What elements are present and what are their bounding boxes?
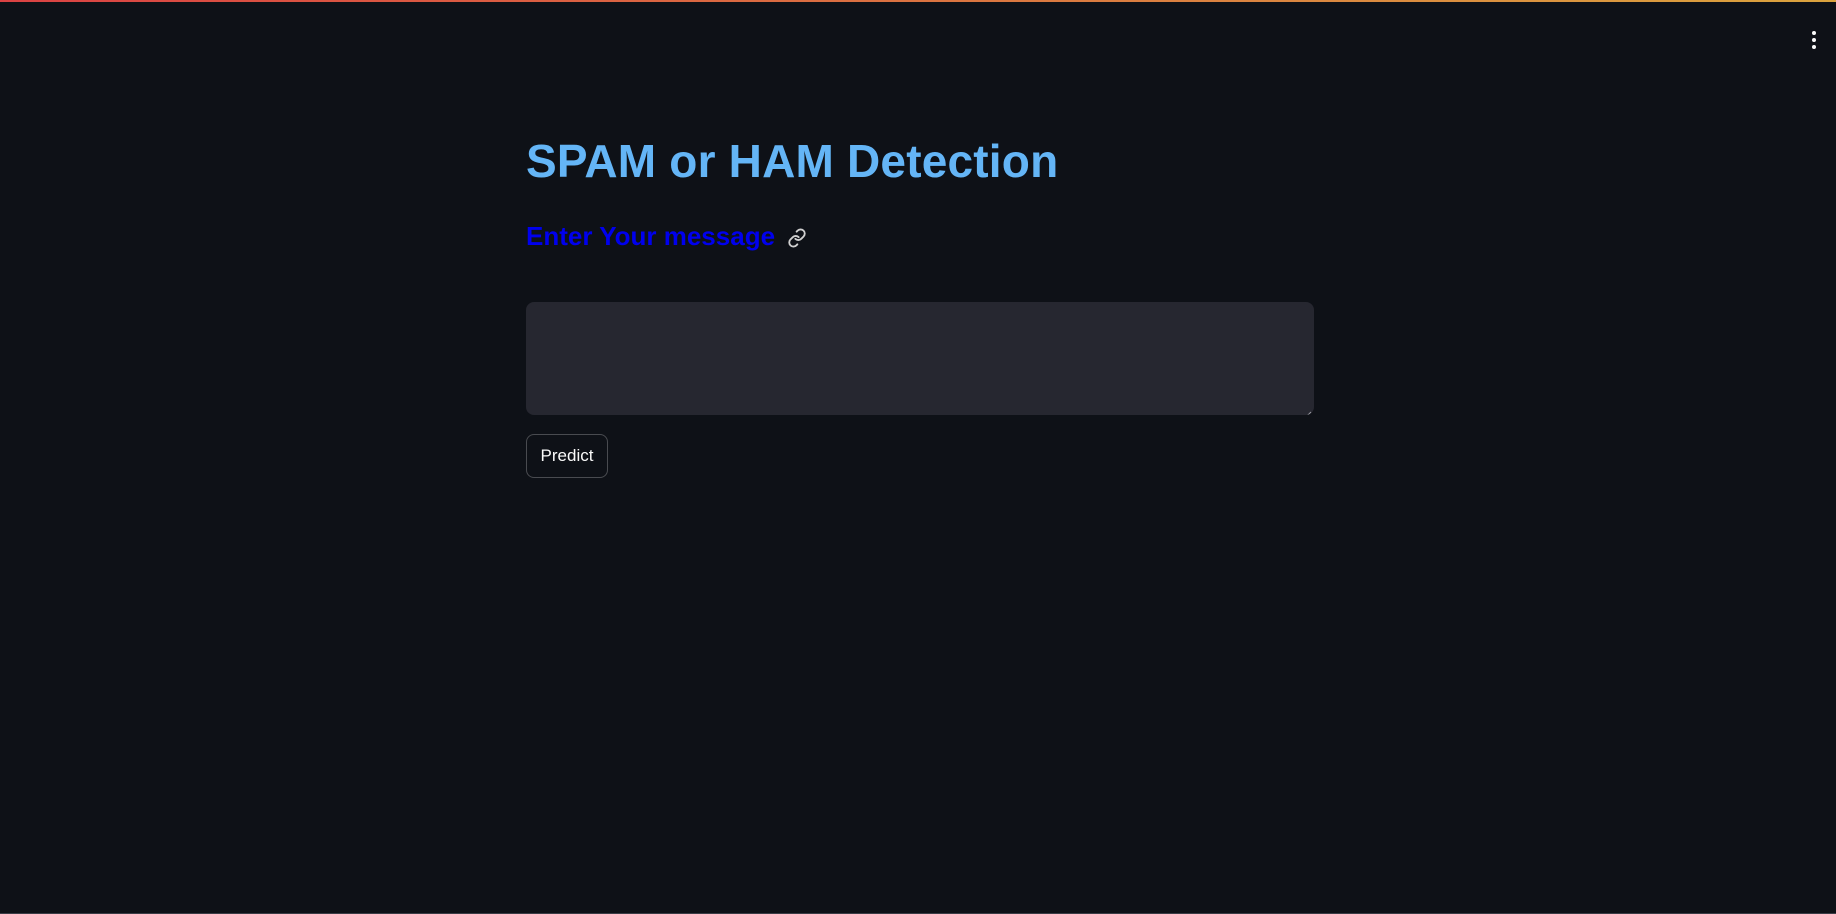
link-icon[interactable] <box>785 226 809 250</box>
app-root: SPAM or HAM Detection Enter Your message… <box>0 0 1836 914</box>
more-vertical-icon <box>1812 31 1816 35</box>
subheader-text: Enter Your message <box>526 221 776 251</box>
more-vertical-icon-dot <box>1812 38 1816 42</box>
resize-handle-icon[interactable] <box>1304 405 1312 415</box>
subheader: Enter Your message <box>526 218 809 254</box>
message-textarea[interactable] <box>526 302 1314 415</box>
top-decoration-bar <box>0 0 1836 2</box>
page-title: SPAM or HAM Detection <box>526 135 1059 187</box>
message-textarea-container <box>526 302 1314 415</box>
predict-button[interactable]: Predict <box>526 434 608 478</box>
main-menu-button[interactable] <box>1804 28 1824 52</box>
more-vertical-icon-dot <box>1812 45 1816 49</box>
